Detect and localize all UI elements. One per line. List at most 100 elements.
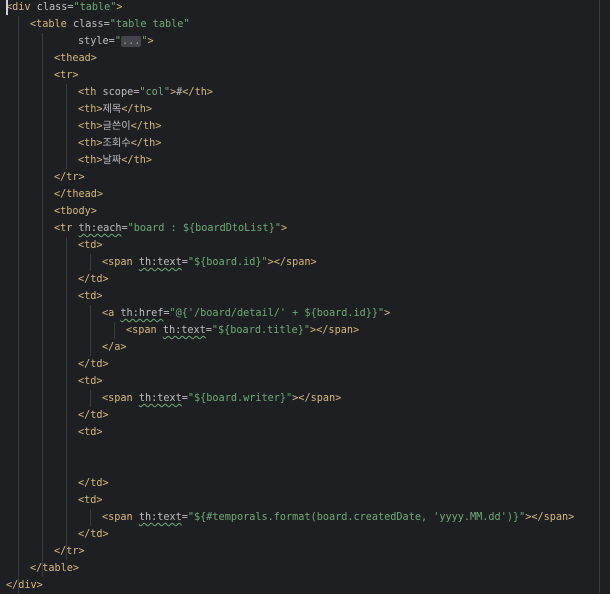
- code-token: style=: [78, 36, 115, 47]
- code-line[interactable]: <tr th:each="board : ${boardDtoList}">: [54, 220, 287, 237]
- indent-guide: [66, 84, 67, 169]
- code-token: 조회수: [102, 138, 131, 149]
- code-token: th:text: [162, 325, 206, 336]
- code-token: 날짜: [102, 155, 122, 166]
- indent-guide: [90, 254, 91, 271]
- code-line[interactable]: </table>: [30, 560, 79, 577]
- code-token: </th>: [121, 104, 152, 115]
- code-token: <table: [30, 19, 67, 30]
- code-token: <td>: [78, 376, 103, 387]
- right-margin-guide: [599, 0, 600, 593]
- indent-guide: [42, 33, 43, 577]
- code-line[interactable]: <span th:text="${board.writer}"></span>: [102, 390, 341, 407]
- code-token: class=: [66, 19, 110, 30]
- code-token: "col": [139, 87, 171, 98]
- code-token: ...: [120, 36, 142, 47]
- code-token: </div>: [6, 580, 43, 591]
- code-token: scope=: [96, 87, 140, 98]
- code-line[interactable]: <div class="table">: [6, 0, 123, 16]
- code-token: th:text: [138, 393, 182, 404]
- code-token: <th>: [78, 104, 103, 115]
- code-token: <a: [102, 308, 115, 319]
- code-token: 제목: [102, 104, 122, 115]
- code-token: </table>: [30, 563, 80, 574]
- code-token: ></span>: [292, 393, 342, 404]
- code-token: </td>: [78, 529, 109, 540]
- code-token: >: [116, 2, 123, 13]
- code-line[interactable]: <table class="table table": [30, 16, 189, 33]
- code-token: </thead>: [54, 189, 104, 200]
- code-token: <th>: [78, 121, 103, 132]
- indent-guide: [114, 322, 115, 339]
- code-line[interactable]: <th>조회수</th>: [78, 135, 161, 152]
- code-token: </th>: [130, 121, 162, 132]
- indent-guide: [90, 390, 91, 407]
- code-token: <tr>: [54, 70, 79, 81]
- code-line[interactable]: <thead>: [54, 50, 97, 67]
- code-token: th:href: [120, 308, 164, 319]
- code-line[interactable]: <th>제목</th>: [78, 101, 152, 118]
- code-line[interactable]: <td>: [78, 373, 103, 390]
- code-token: <span: [102, 393, 133, 404]
- indent-guide: [90, 305, 91, 356]
- code-token: ></span>: [310, 325, 360, 336]
- code-line[interactable]: </td>: [78, 271, 109, 288]
- code-line[interactable]: </thead>: [54, 186, 103, 203]
- code-line[interactable]: <td>: [78, 492, 103, 509]
- code-token: "table": [73, 2, 117, 13]
- code-token: 글쓴이: [102, 121, 131, 132]
- code-line[interactable]: </tr>: [54, 169, 85, 186]
- code-token: <th>: [78, 155, 103, 166]
- code-token: </td>: [78, 410, 109, 421]
- code-token: ></span>: [525, 512, 575, 523]
- code-token: </th>: [121, 155, 152, 166]
- code-line[interactable]: <th>날짜</th>: [78, 152, 152, 169]
- code-line[interactable]: style="...">: [78, 33, 154, 50]
- code-line[interactable]: </tr>: [54, 543, 85, 560]
- code-line[interactable]: <th>글쓴이</th>: [78, 118, 161, 135]
- code-token: ></span>: [267, 257, 317, 268]
- code-token: <tr: [54, 223, 73, 234]
- code-token: <span: [102, 257, 133, 268]
- indent-guide: [90, 509, 91, 526]
- indent-guide: [18, 16, 19, 594]
- code-line[interactable]: <td>: [78, 424, 103, 441]
- code-line[interactable]: <span th:text="${board.title}"></span>: [126, 322, 359, 339]
- code-token: "${board.title}": [211, 325, 311, 336]
- code-token: "${board.id}": [187, 257, 268, 268]
- code-token: </tr>: [54, 172, 85, 183]
- code-line[interactable]: <tbody>: [54, 203, 97, 220]
- code-token: <span: [102, 512, 133, 523]
- code-line[interactable]: <span th:text="${board.id}"></span>: [102, 254, 317, 271]
- code-token: <th>: [78, 138, 103, 149]
- code-token: th:text: [138, 257, 182, 268]
- code-token: </a>: [102, 342, 127, 353]
- indent-guide: [66, 237, 67, 560]
- code-editor[interactable]: <div class="table"> <table class="table t…: [0, 0, 610, 594]
- code-line[interactable]: <tr>: [54, 67, 79, 84]
- code-line[interactable]: <td>: [78, 288, 103, 305]
- code-line[interactable]: <span th:text="${#temporals.format(board…: [102, 509, 574, 526]
- code-token: "table table": [109, 19, 190, 30]
- code-line[interactable]: </td>: [78, 475, 109, 492]
- code-token: </td>: [78, 274, 109, 285]
- code-token: <td>: [78, 240, 103, 251]
- code-line[interactable]: </td>: [78, 356, 109, 373]
- code-line[interactable]: </div>: [6, 577, 43, 594]
- code-line[interactable]: <th scope="col">#</th>: [78, 84, 213, 101]
- code-line[interactable]: <a th:href="@{'/board/detail/' + ${board…: [102, 305, 390, 322]
- code-line[interactable]: <td>: [78, 237, 103, 254]
- code-token: >: [147, 36, 154, 47]
- code-token: <div: [6, 2, 31, 13]
- code-line[interactable]: </td>: [78, 526, 109, 543]
- code-token: <th: [78, 87, 97, 98]
- code-token: <tbody>: [54, 206, 97, 217]
- code-token: th:each: [78, 223, 122, 234]
- code-token: th:text: [138, 512, 182, 523]
- code-token: </td>: [78, 478, 109, 489]
- code-token: "${#temporals.format(board.createdDate, …: [187, 512, 526, 523]
- code-line[interactable]: </a>: [102, 339, 127, 356]
- code-token: </th>: [182, 87, 213, 98]
- code-line[interactable]: </td>: [78, 407, 109, 424]
- code-token: "board : ${boardDtoList}": [127, 223, 281, 234]
